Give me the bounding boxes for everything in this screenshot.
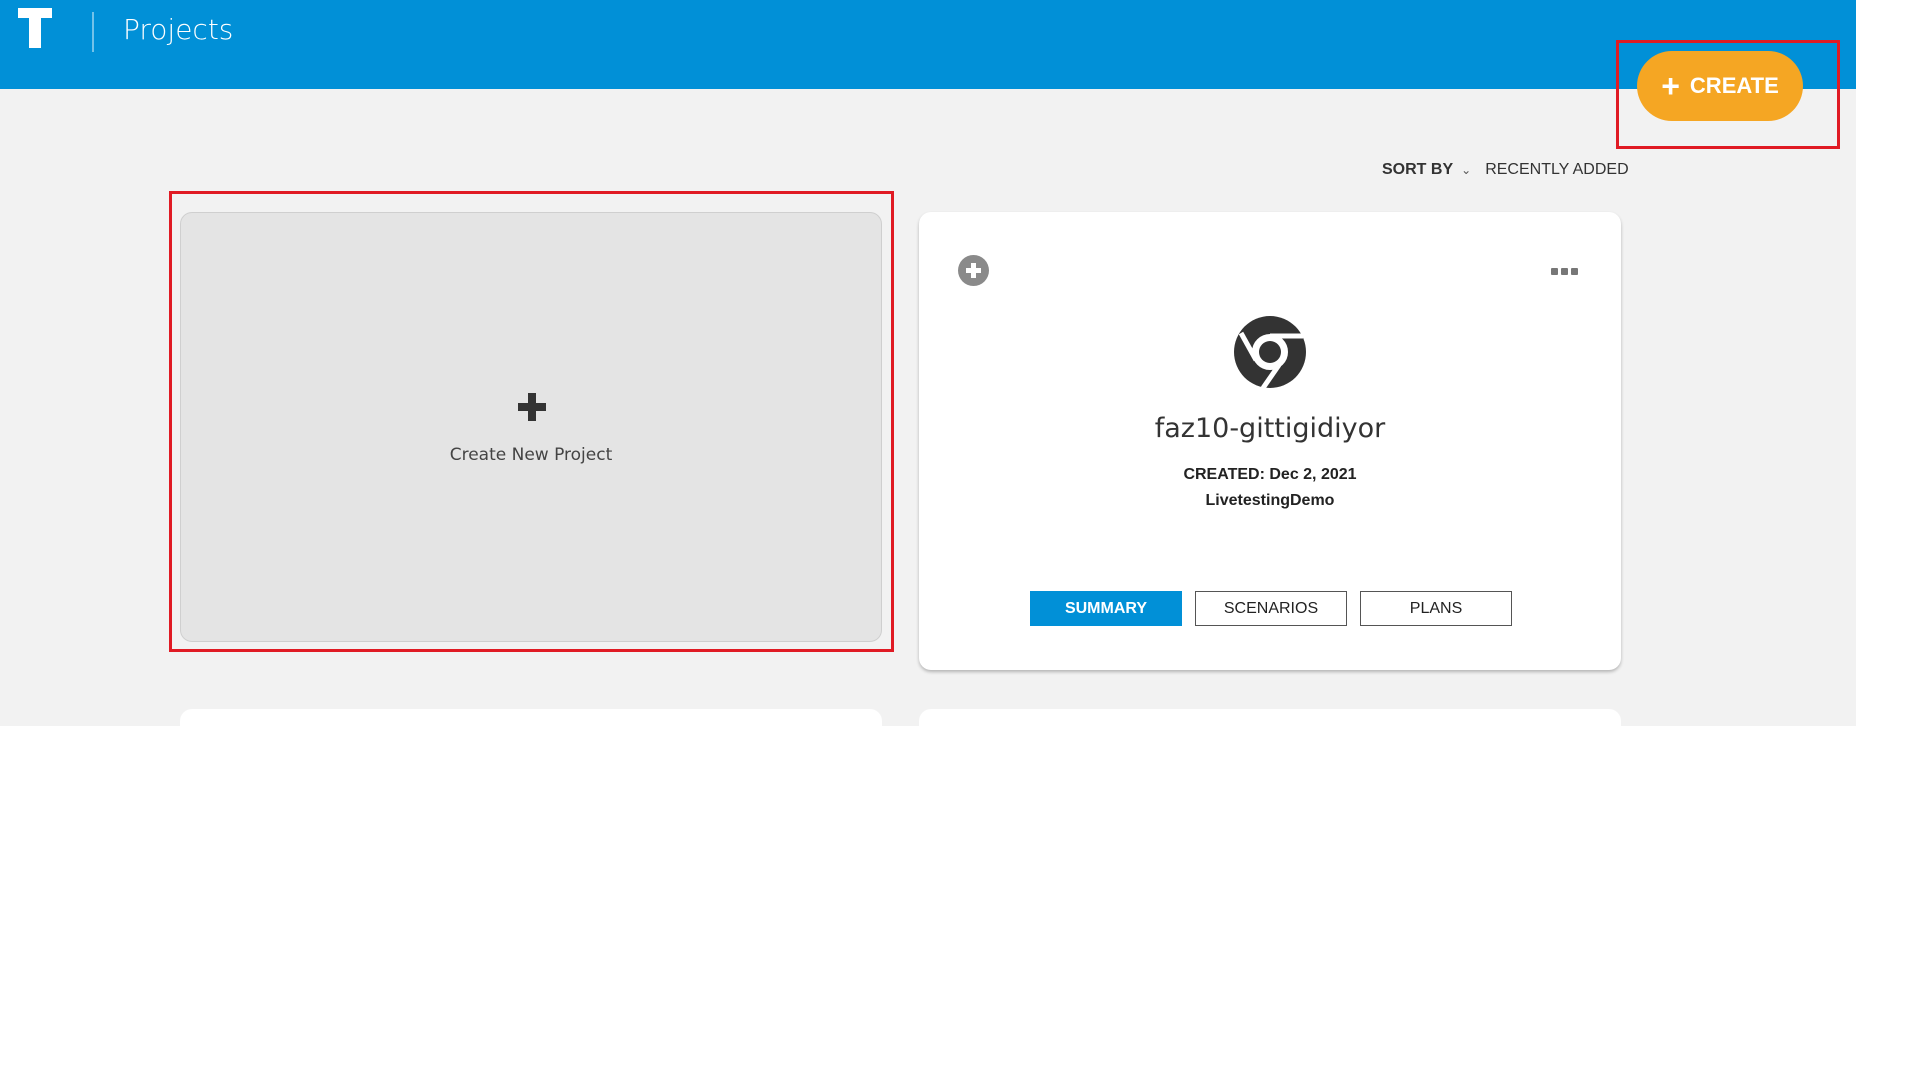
page-title: Projects (123, 13, 234, 46)
app-window: Projects + CREATE SORT BY ⌄ RECENTLY ADD… (0, 0, 1856, 726)
sort-value[interactable]: RECENTLY ADDED (1485, 161, 1628, 179)
project-card-partial (919, 709, 1621, 726)
tab-plans[interactable]: PLANS (1360, 591, 1512, 626)
header-divider (92, 12, 94, 52)
t-logo-icon[interactable] (18, 8, 52, 48)
project-card: faz10-gittigidiyor CREATED: Dec 2, 2021 … (919, 212, 1621, 670)
project-name[interactable]: faz10-gittigidiyor (919, 413, 1621, 444)
create-button-highlight (1616, 40, 1840, 149)
project-tabs: SUMMARY SCENARIOS PLANS (1030, 591, 1512, 626)
project-card-partial (180, 709, 882, 726)
sort-label: SORT BY (1382, 161, 1454, 178)
tab-scenarios[interactable]: SCENARIOS (1195, 591, 1347, 626)
top-header: Projects (0, 0, 1856, 89)
project-created-date: CREATED: Dec 2, 2021 (1183, 466, 1357, 483)
project-team: LivetestingDemo (1205, 492, 1335, 509)
chrome-icon (1234, 316, 1306, 389)
new-project-card-highlight (169, 191, 894, 652)
circle-plus-icon[interactable] (958, 255, 989, 286)
tab-summary[interactable]: SUMMARY (1030, 591, 1182, 626)
sort-control[interactable]: SORT BY ⌄ RECENTLY ADDED (1382, 161, 1629, 179)
more-dots-icon[interactable] (1551, 268, 1578, 275)
chevron-down-icon[interactable]: ⌄ (1461, 163, 1471, 177)
